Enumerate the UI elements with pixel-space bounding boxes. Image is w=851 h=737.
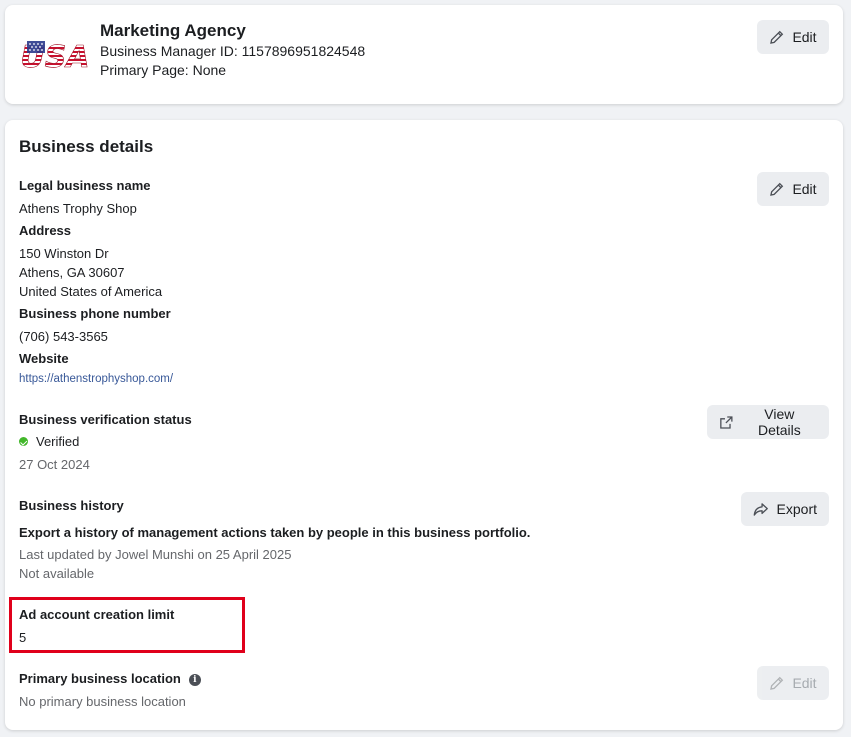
edit-label: Edit bbox=[792, 675, 817, 691]
share-arrow-icon bbox=[753, 502, 768, 516]
verification-status-text: Verified bbox=[36, 434, 80, 449]
pencil-icon bbox=[770, 676, 784, 690]
history-description: Export a history of management actions t… bbox=[19, 525, 531, 540]
business-details-card: Business details Edit Legal business nam… bbox=[5, 120, 843, 730]
location-value: No primary business location bbox=[19, 694, 186, 709]
ad-limit-value: 5 bbox=[19, 630, 27, 645]
usa-flag-logo: USA bbox=[21, 40, 89, 76]
primary-page: Primary Page: None bbox=[100, 62, 227, 78]
view-details-button[interactable]: View Details bbox=[707, 405, 829, 439]
verification-status: Verified bbox=[19, 432, 79, 451]
edit-label: Edit bbox=[792, 29, 817, 45]
business-manager-id: Business Manager ID: 1157896951824548 bbox=[100, 43, 366, 59]
legal-name-value: Athens Trophy Shop bbox=[19, 201, 137, 216]
ad-limit-label: Ad account creation limit bbox=[19, 607, 175, 622]
website-label: Website bbox=[19, 351, 69, 366]
legal-name-label: Legal business name bbox=[19, 178, 151, 193]
export-label: Export bbox=[776, 501, 817, 517]
location-label-text: Primary business location bbox=[19, 671, 181, 686]
history-label: Business history bbox=[19, 498, 124, 513]
location-edit-button[interactable]: Edit bbox=[757, 666, 829, 700]
address-line-1: 150 Winston Dr bbox=[19, 246, 109, 261]
history-last-updated: Last updated by Jowel Munshi on 25 April… bbox=[19, 547, 292, 562]
info-icon[interactable]: i bbox=[188, 674, 201, 686]
phone-label: Business phone number bbox=[19, 306, 171, 321]
address-line-2: Athens, GA 30607 bbox=[19, 265, 125, 280]
location-label: Primary business location i bbox=[19, 671, 201, 686]
export-button[interactable]: Export bbox=[741, 492, 829, 526]
header-edit-button[interactable]: Edit bbox=[757, 20, 829, 54]
check-circle-icon bbox=[19, 437, 28, 446]
pencil-icon bbox=[770, 182, 784, 196]
address-label: Address bbox=[19, 223, 72, 238]
external-link-icon bbox=[720, 415, 733, 429]
address-value: 150 Winston Dr Athens, GA 30607 United S… bbox=[19, 244, 162, 301]
verification-label: Business verification status bbox=[19, 412, 192, 427]
history-availability: Not available bbox=[19, 566, 95, 581]
business-header-card: USA Marketing Agency Business Manager ID… bbox=[5, 5, 843, 104]
edit-label: Edit bbox=[792, 181, 817, 197]
website-link[interactable]: https://athenstrophyshop.com/ bbox=[19, 373, 173, 385]
details-edit-button[interactable]: Edit bbox=[757, 172, 829, 206]
view-details-label: View Details bbox=[757, 406, 801, 438]
phone-value: (706) 543-3565 bbox=[19, 329, 108, 344]
business-name: Marketing Agency bbox=[100, 21, 246, 40]
section-title: Business details bbox=[19, 137, 154, 156]
verification-date: 27 Oct 2024 bbox=[19, 457, 90, 472]
business-header-info: Marketing Agency Business Manager ID: 11… bbox=[100, 20, 365, 80]
pencil-icon bbox=[770, 30, 784, 44]
highlight-box bbox=[9, 597, 245, 653]
address-line-3: United States of America bbox=[19, 284, 163, 299]
